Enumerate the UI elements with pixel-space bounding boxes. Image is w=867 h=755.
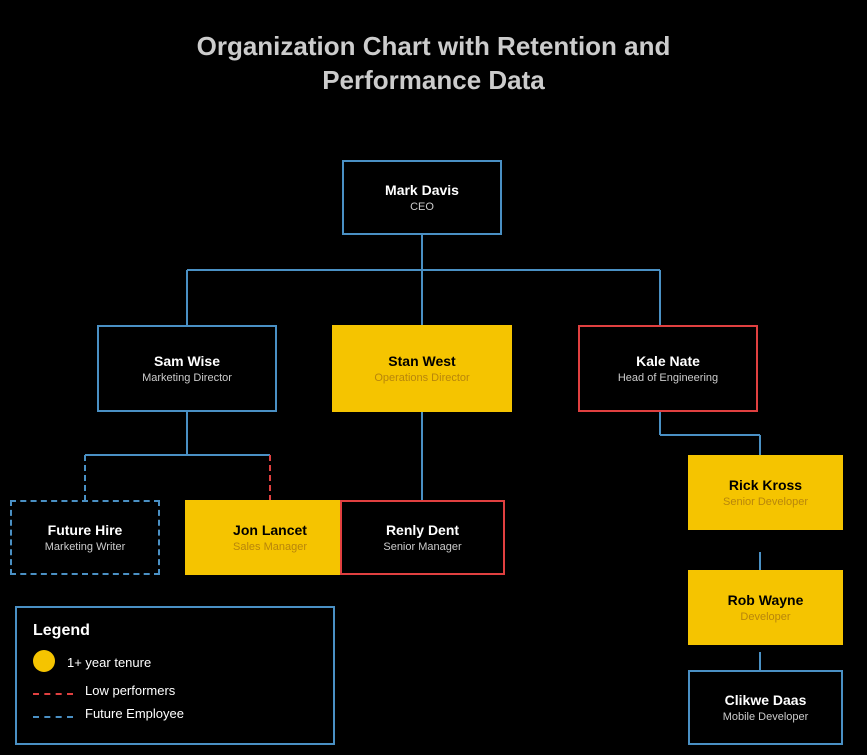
kale-nate-box: Kale Nate Head of Engineering: [578, 325, 758, 412]
rick-kross-box: Rick Kross Senior Developer: [688, 455, 843, 530]
tenure-icon: [33, 650, 55, 675]
future-hire-box: Future Hire Marketing Writer: [10, 500, 160, 575]
rob-wayne-box: Rob Wayne Developer: [688, 570, 843, 645]
mark-davis-box: Mark Davis CEO: [342, 160, 502, 235]
page-title: Organization Chart with Retention and Pe…: [0, 0, 867, 98]
legend-item-low-performer: Low performers: [33, 683, 317, 698]
future-employee-icon: [33, 706, 73, 721]
clikwe-daas-box: Clikwe Daas Mobile Developer: [688, 670, 843, 745]
low-performer-icon: [33, 683, 73, 698]
sam-wise-box: Sam Wise Marketing Director: [97, 325, 277, 412]
legend-title: Legend: [33, 622, 317, 640]
legend-item-future: Future Employee: [33, 706, 317, 721]
legend-item-tenure: 1+ year tenure: [33, 650, 317, 675]
stan-west-box: Stan West Operations Director: [332, 325, 512, 412]
jon-lancet-box: Jon Lancet Sales Manager: [185, 500, 355, 575]
renly-dent-box: Renly Dent Senior Manager: [340, 500, 505, 575]
legend: Legend 1+ year tenure Low performers Fut…: [15, 606, 335, 745]
